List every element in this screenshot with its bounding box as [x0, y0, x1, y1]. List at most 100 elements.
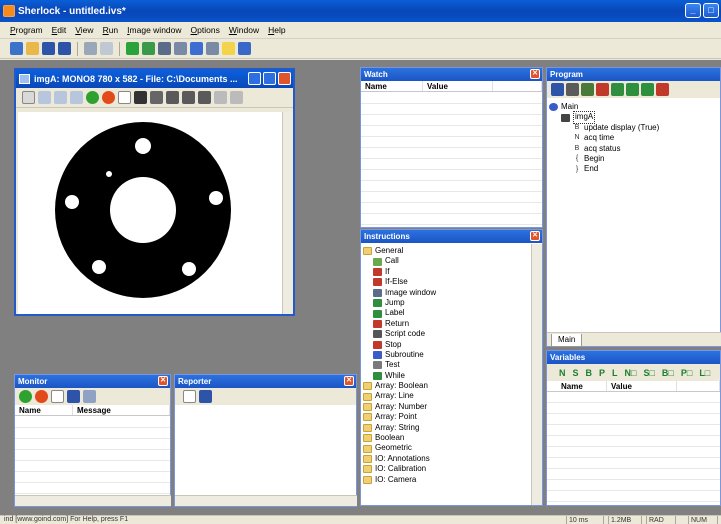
image-vertical-scrollbar[interactable]: [282, 112, 293, 314]
variable-type-button[interactable]: N□: [625, 368, 637, 378]
program-tool-while-icon[interactable]: [641, 83, 654, 96]
instruction-folder[interactable]: Boolean: [363, 433, 531, 443]
monitor-start-icon[interactable]: [19, 390, 32, 403]
program-tool-stop-icon[interactable]: [656, 83, 669, 96]
variable-type-button[interactable]: N: [559, 368, 566, 378]
program-tree-item[interactable]: Nacq time: [549, 133, 659, 143]
variable-type-button[interactable]: S: [573, 368, 579, 378]
save-as-icon[interactable]: [58, 42, 71, 55]
instruction-item[interactable]: Stop: [363, 340, 531, 350]
program-tool-call-icon[interactable]: [596, 83, 609, 96]
monitor-save-icon[interactable]: [67, 390, 80, 403]
maximize-button[interactable]: □: [703, 3, 719, 18]
menu-help[interactable]: Help: [268, 25, 285, 35]
instruction-item[interactable]: Script code: [363, 329, 531, 339]
program-tool-ret-icon[interactable]: [581, 83, 594, 96]
reporter-horizontal-scrollbar[interactable]: [175, 495, 357, 506]
program-tool-lbl-icon[interactable]: [626, 83, 639, 96]
zoom-in-icon[interactable]: [38, 91, 51, 104]
pointer-icon[interactable]: [118, 91, 131, 104]
step-over-icon[interactable]: [206, 42, 219, 55]
program-tree-item[interactable]: Main: [549, 102, 659, 112]
monitor-horizontal-scrollbar[interactable]: [15, 495, 171, 506]
program-tool-jump-icon[interactable]: [611, 83, 624, 96]
variable-type-button[interactable]: P□: [681, 368, 692, 378]
program-tree-item[interactable]: Bupdate display (True): [549, 123, 660, 133]
image-window-maximize-button[interactable]: [263, 72, 276, 85]
variable-type-button[interactable]: P: [599, 368, 605, 378]
instruction-folder[interactable]: Array: Point: [363, 412, 531, 422]
reporter-new-icon[interactable]: [183, 390, 196, 403]
arc-roi-icon[interactable]: [150, 91, 163, 104]
program-tree-item[interactable]: imgA: [549, 111, 659, 124]
instruction-folder[interactable]: IO: Camera: [363, 475, 531, 485]
run-continuous-icon[interactable]: [142, 42, 155, 55]
instruction-item[interactable]: While: [363, 371, 531, 381]
menu-edit[interactable]: Edit: [52, 25, 67, 35]
instruction-group-general[interactable]: General: [363, 246, 531, 256]
variable-type-button[interactable]: L: [612, 368, 618, 378]
image-window-close-button[interactable]: [278, 72, 291, 85]
instruction-folder[interactable]: Array: Number: [363, 402, 531, 412]
instruction-folder[interactable]: Array: String: [363, 423, 531, 433]
program-tree-item[interactable]: } End: [549, 164, 659, 174]
run-icon[interactable]: [126, 42, 139, 55]
instruction-item[interactable]: If-Else: [363, 277, 531, 287]
menu-image-window[interactable]: Image window: [127, 25, 181, 35]
open-file-icon[interactable]: [26, 42, 39, 55]
step-icon[interactable]: [174, 42, 187, 55]
zoom-out-icon[interactable]: [54, 91, 67, 104]
zoom-fit-icon[interactable]: [22, 91, 35, 104]
lightbulb-icon[interactable]: [222, 42, 235, 55]
rectangle-roi-icon[interactable]: [134, 91, 147, 104]
reporter-close-icon[interactable]: ✕: [344, 376, 354, 386]
instruction-folder[interactable]: IO: Calibration: [363, 464, 531, 474]
copy-icon[interactable]: [84, 42, 97, 55]
monitor-options-icon[interactable]: [83, 390, 96, 403]
instruction-folder[interactable]: Array: Line: [363, 391, 531, 401]
program-tree-item[interactable]: Bacq status: [549, 144, 659, 154]
stop-icon[interactable]: [158, 42, 171, 55]
instruction-folder[interactable]: IO: Annotations: [363, 454, 531, 464]
paste-icon[interactable]: [100, 42, 113, 55]
line-roi-icon[interactable]: [230, 91, 243, 104]
program-tool-acq-icon[interactable]: [551, 83, 564, 96]
save-icon[interactable]: [42, 42, 55, 55]
polygon-roi-icon[interactable]: [166, 91, 179, 104]
instruction-folder[interactable]: Array: Boolean: [363, 381, 531, 391]
menu-options[interactable]: Options: [191, 25, 220, 35]
instruction-item[interactable]: Subroutine: [363, 350, 531, 360]
image-window[interactable]: imgA: MONO8 780 x 582 - File: C:\Documen…: [14, 68, 295, 316]
program-tree-item[interactable]: {Begin: [549, 154, 659, 164]
options-dropdown-icon[interactable]: [238, 42, 251, 55]
instruction-item[interactable]: Call: [363, 256, 531, 266]
instruction-item[interactable]: If: [363, 267, 531, 277]
image-canvas[interactable]: [18, 112, 282, 314]
variable-type-button[interactable]: B□: [662, 368, 674, 378]
instruction-folder[interactable]: Geometric: [363, 443, 531, 453]
monitor-close-icon[interactable]: ✕: [158, 376, 168, 386]
instructions-close-icon[interactable]: ✕: [530, 231, 540, 241]
watch-close-icon[interactable]: ✕: [530, 69, 540, 79]
reporter-save-icon[interactable]: [199, 390, 212, 403]
red-circle-icon[interactable]: [102, 91, 115, 104]
instructions-scrollbar[interactable]: [531, 244, 542, 505]
new-file-icon[interactable]: [10, 42, 23, 55]
instruction-item[interactable]: Label: [363, 308, 531, 318]
instruction-item[interactable]: Return: [363, 319, 531, 329]
instruction-item[interactable]: Jump: [363, 298, 531, 308]
menu-window[interactable]: Window: [229, 25, 259, 35]
variable-type-button[interactable]: S□: [643, 368, 654, 378]
zoom-icon[interactable]: [70, 91, 83, 104]
menu-view[interactable]: View: [75, 25, 93, 35]
variable-type-button[interactable]: B: [586, 368, 593, 378]
menu-run[interactable]: Run: [103, 25, 119, 35]
point-roi-icon[interactable]: [214, 91, 227, 104]
green-circle-icon[interactable]: [86, 91, 99, 104]
tab-main[interactable]: Main: [551, 334, 583, 347]
instruction-item[interactable]: Test: [363, 360, 531, 370]
menu-program[interactable]: Program: [10, 25, 43, 35]
monitor-stop-icon[interactable]: [35, 390, 48, 403]
instruction-item[interactable]: Image window: [363, 288, 531, 298]
variable-type-button[interactable]: L□: [699, 368, 710, 378]
